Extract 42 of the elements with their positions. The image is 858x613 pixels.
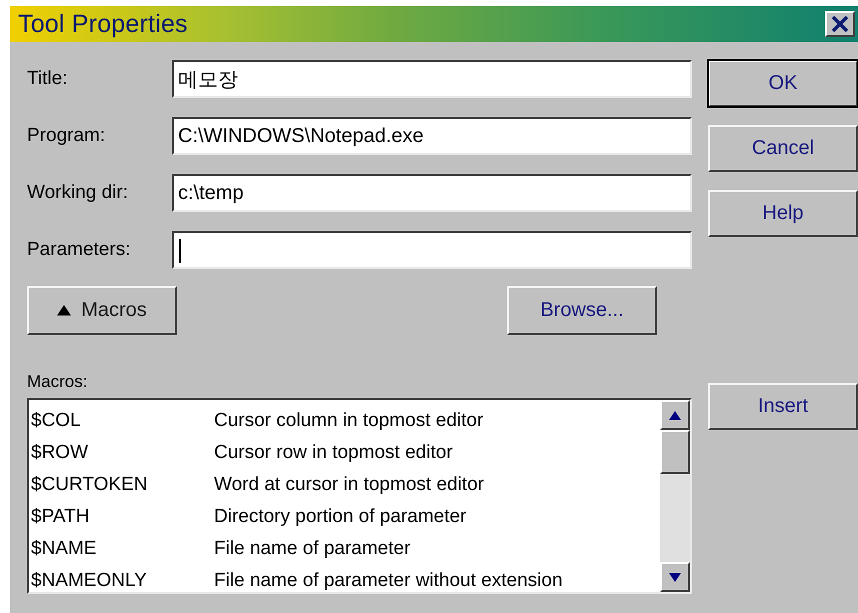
macro-description: File name of parameter without extension: [214, 570, 564, 592]
macro-name: $NAMEONLY: [31, 570, 148, 592]
field-label: Parameters:: [27, 239, 132, 261]
down-triangle-icon: [669, 572, 681, 582]
macro-name: $COL: [31, 410, 82, 432]
up-triangle-icon: [669, 410, 681, 420]
scroll-down-button[interactable]: [660, 562, 690, 592]
text-cursor: [179, 239, 181, 263]
input-field[interactable]: c:\temp: [172, 174, 692, 212]
field-label: Program:: [27, 125, 106, 147]
input-field[interactable]: 메모장: [172, 60, 692, 98]
field-value: 메모장: [178, 68, 238, 92]
field-label: Working dir:: [27, 182, 130, 204]
macro-description: Directory portion of parameter: [214, 506, 468, 528]
input-field[interactable]: C:\WINDOWS\Notepad.exe: [172, 117, 692, 155]
scrollbar[interactable]: [660, 400, 690, 592]
macros-list[interactable]: [27, 398, 692, 594]
dialog-button[interactable]: Help: [708, 190, 858, 237]
scroll-up-button[interactable]: [660, 400, 690, 430]
window-title: Tool Properties: [18, 10, 188, 38]
scroll-thumb[interactable]: [660, 430, 690, 474]
macro-description: Word at cursor in topmost editor: [214, 474, 485, 496]
dialog-button[interactable]: OK: [708, 60, 858, 107]
field-value: C:\WINDOWS\Notepad.exe: [178, 124, 424, 148]
up-triangle-icon: [57, 305, 72, 316]
macro-name: $NAME: [31, 538, 98, 560]
macros-button[interactable]: Macros: [27, 286, 177, 335]
field-label: Title:: [27, 68, 68, 90]
input-field[interactable]: [172, 231, 692, 269]
macro-description: Cursor column in topmost editor: [214, 410, 484, 432]
macro-name: $PATH: [31, 506, 90, 528]
macro-name: $CURTOKEN: [31, 474, 148, 496]
macro-description: File name of parameter: [214, 538, 412, 560]
list-label: Macros:: [27, 372, 88, 392]
macro-description: Cursor row in topmost editor: [214, 442, 454, 464]
dialog-button[interactable]: Cancel: [708, 125, 858, 172]
close-icon: [831, 16, 849, 32]
close-button[interactable]: [825, 11, 855, 37]
insert-button[interactable]: Insert: [708, 383, 858, 430]
browse-button[interactable]: Browse...: [507, 286, 657, 335]
macro-name: $ROW: [31, 442, 89, 464]
field-value: c:\temp: [178, 182, 244, 204]
